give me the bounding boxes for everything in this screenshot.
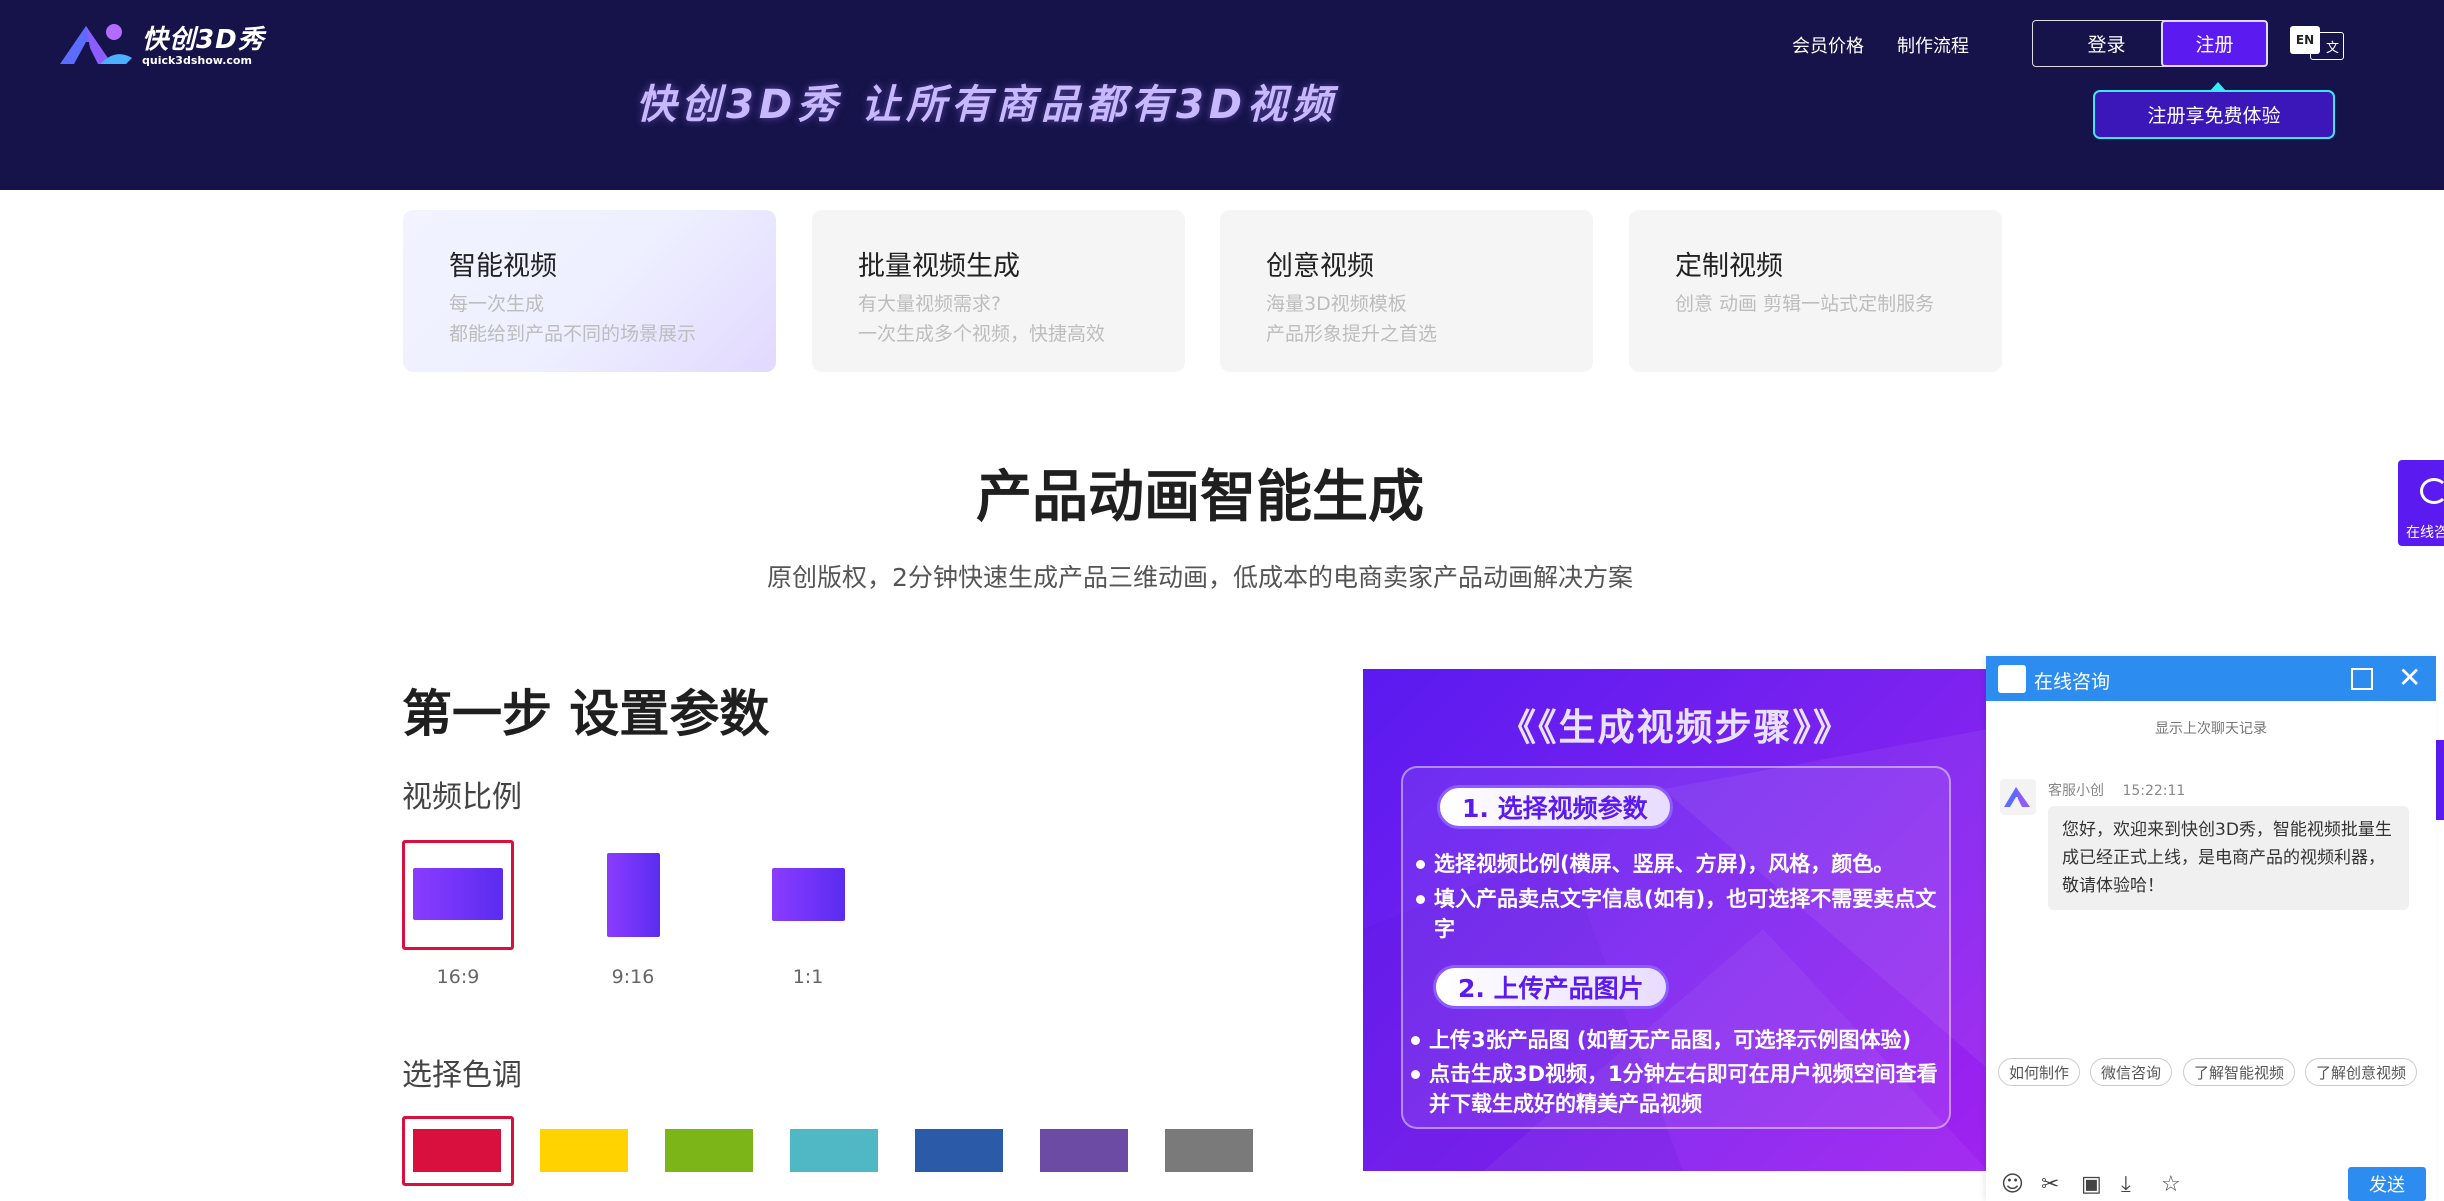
scissors-icon[interactable]: ✂ (2041, 1172, 2059, 1197)
logo-icon (60, 24, 132, 64)
color-swatch[interactable] (1165, 1129, 1253, 1172)
header-slogan: 快创3D秀 让所有商品都有3D视频 (636, 82, 1337, 128)
promo-bullet: 选择视频比例(横屏、竖屏、方屏)，风格，颜色。 (1416, 849, 1956, 879)
nav-production-process[interactable]: 制作流程 (1897, 32, 1969, 58)
float-tab-label: 在线咨 (2406, 525, 2444, 541)
download-icon[interactable]: ⤓ (2121, 1172, 2131, 1197)
ratio-label-9-16: 9:16 (611, 966, 655, 988)
nav-membership-price[interactable]: 会员价格 (1792, 32, 1864, 58)
chat-header: 在线咨询 ✕ (1986, 656, 2436, 701)
card-line: 产品形象提升之首选 (1266, 323, 1438, 345)
card-line: 创意 动画 剪辑一站式定制服务 (1675, 293, 1935, 315)
card-title: 批量视频生成 (858, 251, 1020, 282)
agent-logo-icon (2004, 787, 2030, 807)
promo-bullet: 点击生成3D视频，1分钟左右即可在用户视频空间查看并下载生成好的精美产品视频 (1411, 1059, 1956, 1119)
maximize-icon[interactable] (2351, 668, 2373, 690)
quick-reply-how-to-make[interactable]: 如何制作 (1998, 1058, 2081, 1086)
color-swatch[interactable] (915, 1129, 1003, 1172)
ratio-option-16-9[interactable] (413, 868, 503, 920)
color-swatch[interactable] (790, 1129, 878, 1172)
agent-message: 您好，欢迎来到快创3D秀，智能视频批量生成已经正式上线，是电商产品的视频利器，敬… (2048, 806, 2409, 910)
free-trial-button[interactable]: 注册享免费体验 (2093, 82, 2335, 139)
promo-step2-pill: 2. 上传产品图片 (1433, 965, 1669, 1009)
card-line: 一次生成多个视频，快捷高效 (858, 323, 1106, 345)
online-consult-float-tab[interactable]: 在线咨 (2398, 460, 2444, 546)
promo-bullet: 填入产品卖点文字信息(如有)，也可选择不需要卖点文字 (1416, 884, 1956, 944)
logo-text-cn: 快创3D秀 (142, 25, 265, 55)
quick-reply-smart-video[interactable]: 了解智能视频 (2183, 1058, 2296, 1086)
card-title: 智能视频 (449, 251, 557, 282)
feature-card-creative-video[interactable]: 创意视频 海量3D视频模板 产品形象提升之首选 (1220, 210, 1593, 372)
step-title: 第一步 设置参数 (402, 685, 770, 743)
card-line: 每一次生成 (449, 293, 545, 315)
close-icon[interactable]: ✕ (2398, 664, 2421, 692)
headset-icon (2420, 478, 2444, 504)
color-swatch[interactable] (1040, 1129, 1128, 1172)
folder-upload-icon[interactable]: ▣ (2081, 1172, 2102, 1197)
card-line: 有大量视频需求? (858, 293, 1002, 315)
ratio-option-9-16[interactable] (607, 853, 660, 937)
star-icon[interactable]: ☆ (2161, 1172, 2181, 1197)
chat-history-link[interactable]: 显示上次聊天记录 (1986, 718, 2436, 738)
chat-logo-icon (1998, 665, 2026, 693)
send-button[interactable]: 发送 (2348, 1167, 2426, 1201)
color-swatch[interactable] (413, 1129, 501, 1172)
promo-step1-pill: 1. 选择视频参数 (1437, 785, 1673, 829)
agent-name: 客服小创 (2048, 783, 2104, 799)
feature-card-smart-video[interactable]: 智能视频 每一次生成 都能给到产品不同的场景展示 (403, 210, 776, 372)
quick-reply-wechat[interactable]: 微信咨询 (2090, 1058, 2173, 1086)
lang-en-option[interactable]: EN (2290, 26, 2320, 54)
card-title: 创意视频 (1266, 251, 1374, 282)
site-header: 快创3D秀 quick3dshow.com 快创3D秀 让所有商品都有3D视频 … (0, 0, 2444, 190)
card-title: 定制视频 (1675, 251, 1783, 282)
color-swatch[interactable] (540, 1129, 628, 1172)
logo-text-en: quick3dshow.com (142, 54, 252, 67)
card-line: 都能给到产品不同的场景展示 (449, 323, 697, 345)
emoji-icon[interactable]: ☺ (2001, 1172, 2024, 1197)
language-switch[interactable]: 文 EN (2290, 26, 2346, 60)
ratio-label-1-1: 1:1 (792, 966, 824, 988)
promo-title: 《《生成视频步骤》》 (1499, 706, 1852, 749)
chat-title: 在线咨询 (2034, 671, 2111, 693)
color-swatch[interactable] (665, 1129, 753, 1172)
login-button[interactable]: 登录 (2032, 20, 2181, 67)
ratio-section-label: 视频比例 (402, 780, 522, 815)
register-button[interactable]: 注册 (2161, 20, 2268, 67)
agent-avatar (2000, 779, 2036, 815)
ratio-label-16-9: 16:9 (436, 966, 480, 988)
promo-bullet: 上传3张产品图 (如暂无产品图，可选择示例图体验) (1411, 1025, 1956, 1055)
color-section-label: 选择色调 (402, 1058, 522, 1093)
video-steps-promo: 《《生成视频步骤》》 1. 选择视频参数 选择视频比例(横屏、竖屏、方屏)，风格… (1363, 669, 1988, 1171)
card-line: 海量3D视频模板 (1266, 293, 1407, 315)
quick-reply-creative-video[interactable]: 了解创意视频 (2305, 1058, 2418, 1086)
page-subline: 原创版权，2分钟快速生成产品三维动画，低成本的电商卖家产品动画解决方案 (767, 563, 1633, 592)
ratio-option-1-1[interactable] (772, 868, 845, 921)
agent-meta: 客服小创 15:22:11 (2048, 780, 2185, 800)
feature-card-custom-video[interactable]: 定制视频 创意 动画 剪辑一站式定制服务 (1629, 210, 2002, 372)
site-logo[interactable]: 快创3D秀 quick3dshow.com (56, 18, 265, 68)
message-time: 15:22:11 (2122, 783, 2186, 799)
feature-card-batch-video[interactable]: 批量视频生成 有大量视频需求? 一次生成多个视频，快捷高效 (812, 210, 1185, 372)
chat-widget: 在线咨询 ✕ 显示上次聊天记录 客服小创 15:22:11 您好，欢迎来到快创3… (1986, 656, 2436, 1201)
page-headline: 产品动画智能生成 (976, 465, 1424, 530)
